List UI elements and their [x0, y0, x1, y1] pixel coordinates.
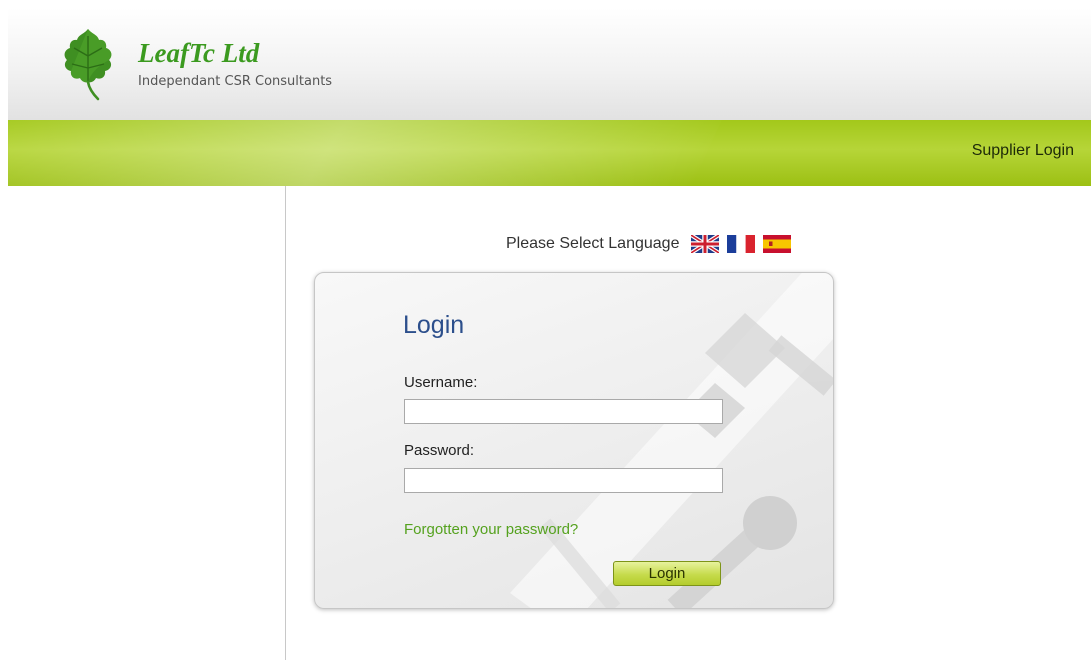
nav-bar: Supplier Login	[8, 120, 1091, 186]
login-title: Login	[403, 311, 465, 339]
forgot-password-link[interactable]: Forgotten your password?	[404, 521, 578, 538]
supplier-login-link[interactable]: Supplier Login	[972, 142, 1074, 160]
login-button[interactable]: Login	[613, 561, 721, 586]
login-panel: Login Username: Password: Forgotten your…	[314, 272, 834, 609]
password-input[interactable]	[404, 468, 723, 493]
uk-flag-icon[interactable]	[691, 235, 720, 253]
company-name: LeafTc Ltd	[138, 38, 260, 68]
sidebar	[8, 186, 286, 660]
france-flag-icon[interactable]	[727, 235, 756, 253]
username-input[interactable]	[404, 399, 723, 424]
company-tagline: Independant CSR Consultants	[138, 74, 333, 89]
spain-flag-icon[interactable]	[763, 235, 792, 253]
key-watermark	[510, 273, 833, 608]
nav-bar-sheen	[8, 120, 736, 186]
language-selector: Please Select Language	[506, 233, 792, 255]
password-label: Password:	[404, 442, 475, 459]
username-label: Username:	[404, 374, 478, 391]
leaf-icon	[64, 29, 112, 101]
language-prompt: Please Select Language	[506, 235, 680, 252]
site-header: LeafTc Ltd Independant CSR Consultants	[8, 8, 1091, 120]
